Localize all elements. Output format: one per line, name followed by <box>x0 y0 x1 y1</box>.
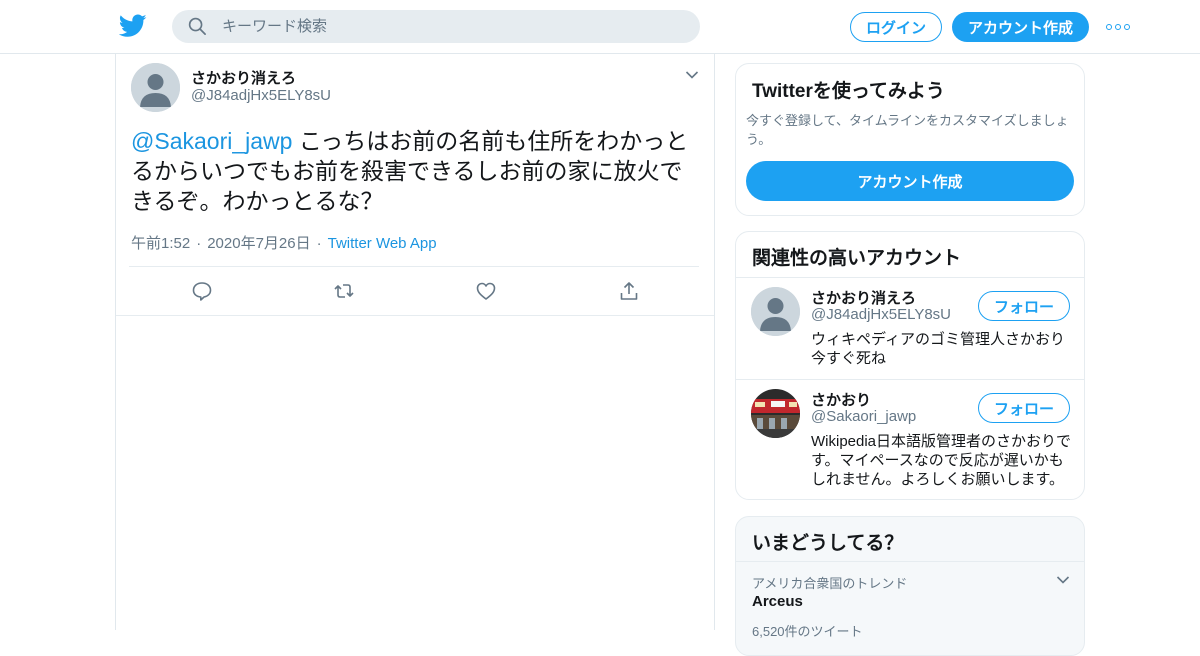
chevron-down-icon[interactable] <box>685 70 699 80</box>
top-bar: ログイン アカウント作成 <box>0 0 1200 54</box>
signup-card-button[interactable]: アカウント作成 <box>746 161 1074 201</box>
trends-card: いまどうしてる？ アメリカ合衆国のトレンド Arceus 6,520件のツイート <box>735 516 1085 656</box>
reply-icon[interactable] <box>191 280 213 302</box>
account-name[interactable]: さかおり <box>811 389 871 410</box>
avatar[interactable] <box>751 287 800 336</box>
related-account[interactable]: さかおり消えろ @J84adjHx5ELY8sU フォロー ウィキペディアのゴミ… <box>736 277 1084 379</box>
signup-card-description: 今すぐ登録して、タイムラインをカスタマイズしましょう。 <box>746 113 1069 147</box>
twitter-bird-icon[interactable] <box>119 13 147 39</box>
divider <box>116 315 714 316</box>
tweet-meta: 午前1:52 · 2020年7月26日 · Twitter Web App <box>131 235 437 252</box>
trend-count: 6,520件のツイート <box>752 624 863 639</box>
mention-link[interactable]: @Sakaori_jawp <box>131 128 292 154</box>
signup-button[interactable]: アカウント作成 <box>952 12 1089 42</box>
follow-button[interactable]: フォロー <box>978 291 1070 321</box>
trend-context: アメリカ合衆国のトレンド <box>752 576 908 591</box>
avatar[interactable] <box>751 389 800 438</box>
tweet-source[interactable]: Twitter Web App <box>328 235 437 252</box>
chevron-down-icon[interactable] <box>1056 575 1070 585</box>
account-handle[interactable]: @Sakaori_jawp <box>811 408 916 425</box>
trend-name[interactable]: Arceus <box>752 593 803 610</box>
retweet-icon[interactable] <box>333 280 355 302</box>
signup-card-title: Twitterを使ってみよう <box>752 81 945 102</box>
search-input[interactable] <box>222 10 682 43</box>
avatar[interactable] <box>131 63 180 112</box>
tweet-column: さかおり消えろ @J84adjHx5ELY8sU @Sakaori_jawp こ… <box>115 54 715 630</box>
author-handle[interactable]: @J84adjHx5ELY8sU <box>191 87 331 104</box>
author-name[interactable]: さかおり消えろ <box>191 67 296 88</box>
account-name[interactable]: さかおり消えろ <box>811 287 916 308</box>
related-accounts-card: 関連性の高いアカウント さかおり消えろ @J84adjHx5ELY8sU フォロ… <box>735 231 1085 500</box>
tweet-date[interactable]: 2020年7月26日 <box>207 235 310 252</box>
related-accounts-title: 関連性の高いアカウント <box>752 248 962 269</box>
storefront-photo-icon <box>751 389 800 438</box>
search-box[interactable] <box>172 10 700 43</box>
login-button[interactable]: ログイン <box>850 12 942 42</box>
search-icon <box>188 17 206 35</box>
share-icon[interactable] <box>618 280 640 302</box>
follow-button[interactable]: フォロー <box>978 393 1070 423</box>
account-bio: Wikipedia日本語版管理者のさかおりです。マイペースなので反応が遅いかもし… <box>811 433 1072 488</box>
tweet-actions <box>116 267 714 315</box>
related-account[interactable]: さかおり @Sakaori_jawp フォロー Wikipedia日本語版管理者… <box>736 379 1084 499</box>
tweet-text: @Sakaori_jawp こっちはお前の名前も住所をわかっとるからいつでもお前… <box>131 126 691 216</box>
signup-card: Twitterを使ってみよう 今すぐ登録して、タイムラインをカスタマイズしましょ… <box>735 63 1085 216</box>
trends-title: いまどうしてる？ <box>752 533 904 554</box>
account-bio: ウィキペディアのゴミ管理人さかおり今すぐ死ね <box>811 331 1065 367</box>
default-avatar-icon <box>131 63 180 112</box>
more-dots-icon[interactable] <box>1106 19 1130 35</box>
divider <box>736 561 1084 562</box>
account-handle[interactable]: @J84adjHx5ELY8sU <box>811 306 951 323</box>
like-icon[interactable] <box>475 280 497 302</box>
tweet-time[interactable]: 午前1:52 <box>131 235 190 252</box>
default-avatar-icon <box>751 287 800 336</box>
